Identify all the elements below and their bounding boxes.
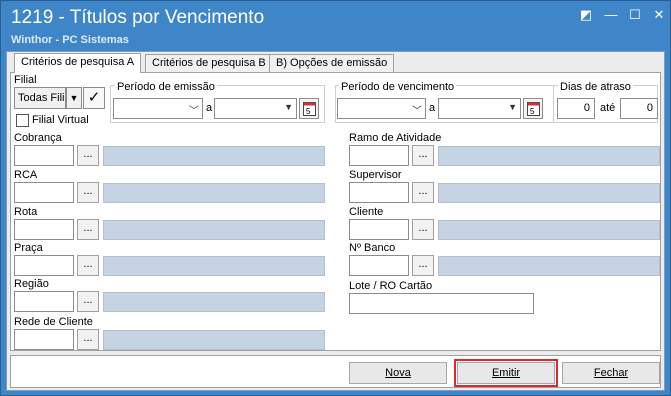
dias-atraso-from-input[interactable]: 0 (557, 98, 595, 119)
client-area: Critérios de pesquisa A Critérios de pes… (6, 51, 665, 391)
app-window: 1219 - Títulos por Vencimento Winthor - … (0, 0, 671, 396)
window-title: 1219 - Títulos por Vencimento (11, 7, 265, 28)
vencimento-calendar-icon[interactable]: 5 (523, 98, 543, 119)
supervisor-label: Supervisor (349, 169, 402, 181)
banco-description-field (438, 256, 660, 276)
cliente-label: Cliente (349, 206, 384, 218)
dias-atraso-label: Dias de atraso (558, 81, 633, 93)
cliente-code-input[interactable] (349, 219, 409, 240)
restore-icon[interactable]: ◩ (577, 7, 595, 23)
banco-code-input[interactable] (349, 255, 409, 276)
emissao-calendar-icon[interactable]: 5 (299, 98, 319, 119)
cobranca-code-input[interactable] (14, 145, 74, 166)
cliente-search-button[interactable]: ... (412, 219, 434, 240)
svg-text:5: 5 (306, 107, 311, 116)
periodo-vencimento-label: Período de vencimento (339, 81, 457, 93)
dropdown-arrow-icon: ▼ (508, 102, 517, 112)
close-button[interactable]: ✕ (650, 7, 668, 23)
emissao-inicio-date[interactable]: ﹀ (113, 98, 203, 119)
rca-description-field (103, 183, 325, 203)
supervisor-description-field (438, 183, 660, 203)
dias-atraso-to-input[interactable]: 0 (620, 98, 658, 119)
regiao-search-button[interactable]: ... (77, 291, 99, 312)
cliente-description-field (438, 220, 660, 240)
dias-atraso-separator: até (600, 102, 616, 114)
filial-select[interactable]: Todas Fili (14, 87, 66, 109)
emitir-button[interactable]: Emitir (454, 359, 558, 387)
regiao-label: Região (14, 278, 49, 290)
lote-ro-label: Lote / RO Cartão (349, 280, 433, 292)
rede-cliente-description-field (103, 330, 325, 350)
periodo-emissao-label: Período de emissão (115, 81, 217, 93)
nova-button[interactable]: Nova (349, 362, 447, 384)
minimize-button[interactable]: — (602, 7, 620, 23)
tab-criterios-a[interactable]: Critérios de pesquisa A (14, 53, 142, 73)
rota-code-input[interactable] (14, 219, 74, 240)
filial-virtual-label: Filial Virtual (32, 114, 89, 126)
vencimento-separator: a (429, 102, 436, 114)
tab-opcoes-emissao[interactable]: B) Opções de emissão (269, 54, 395, 72)
ramo-atividade-label: Ramo de Atividade (349, 132, 442, 144)
cobranca-search-button[interactable]: ... (77, 145, 99, 166)
praca-search-button[interactable]: ... (77, 255, 99, 276)
dropdown-arrow-icon: ▼ (284, 102, 293, 112)
criteria-panel: Filial Todas Fili ▼ ✓ Filial Virtual Per… (10, 72, 661, 351)
chevron-down-icon: ﹀ (412, 106, 422, 117)
praca-code-input[interactable] (14, 255, 74, 276)
ramo-atividade-description-field (438, 146, 660, 166)
chevron-down-icon: ﹀ (189, 106, 199, 117)
supervisor-code-input[interactable] (349, 182, 409, 203)
maximize-button[interactable]: ☐ (626, 7, 644, 23)
rede-cliente-label: Rede de Cliente (14, 316, 93, 328)
cobranca-description-field (103, 146, 325, 166)
cobranca-label: Cobrança (14, 132, 62, 144)
praca-description-field (103, 256, 325, 276)
rede-cliente-search-button[interactable]: ... (77, 329, 99, 350)
rca-label: RCA (14, 169, 38, 181)
ramo-atividade-code-input[interactable] (349, 145, 409, 166)
title-bar: 1219 - Títulos por Vencimento Winthor - … (1, 1, 670, 49)
vencimento-fim-date[interactable]: ▼ (438, 98, 521, 119)
action-bar: Nova Emitir Fechar (10, 355, 661, 388)
confirm-check-icon[interactable]: ✓ (83, 87, 105, 109)
vencimento-inicio-date[interactable]: ﹀ (337, 98, 426, 119)
ramo-atividade-search-button[interactable]: ... (412, 145, 434, 166)
regiao-description-field (103, 292, 325, 312)
lote-ro-input[interactable] (349, 293, 534, 314)
filial-label: Filial (14, 74, 37, 86)
rca-code-input[interactable] (14, 182, 74, 203)
rca-search-button[interactable]: ... (77, 182, 99, 203)
filial-virtual-checkbox[interactable] (16, 114, 29, 127)
window-subtitle: Winthor - PC Sistemas (11, 34, 129, 46)
filial-dropdown-icon[interactable]: ▼ (66, 87, 82, 109)
fechar-button[interactable]: Fechar (562, 362, 660, 384)
banco-search-button[interactable]: ... (412, 255, 434, 276)
praca-label: Praça (14, 242, 43, 254)
supervisor-search-button[interactable]: ... (412, 182, 434, 203)
rota-search-button[interactable]: ... (77, 219, 99, 240)
banco-label: Nº Banco (349, 242, 396, 254)
tab-criterios-b[interactable]: Critérios de pesquisa B (145, 54, 273, 72)
rede-cliente-code-input[interactable] (14, 329, 74, 350)
rota-description-field (103, 220, 325, 240)
regiao-code-input[interactable] (14, 291, 74, 312)
rota-label: Rota (14, 206, 38, 218)
svg-text:5: 5 (530, 107, 535, 116)
emissao-separator: a (206, 102, 213, 114)
emissao-fim-date[interactable]: ▼ (214, 98, 297, 119)
